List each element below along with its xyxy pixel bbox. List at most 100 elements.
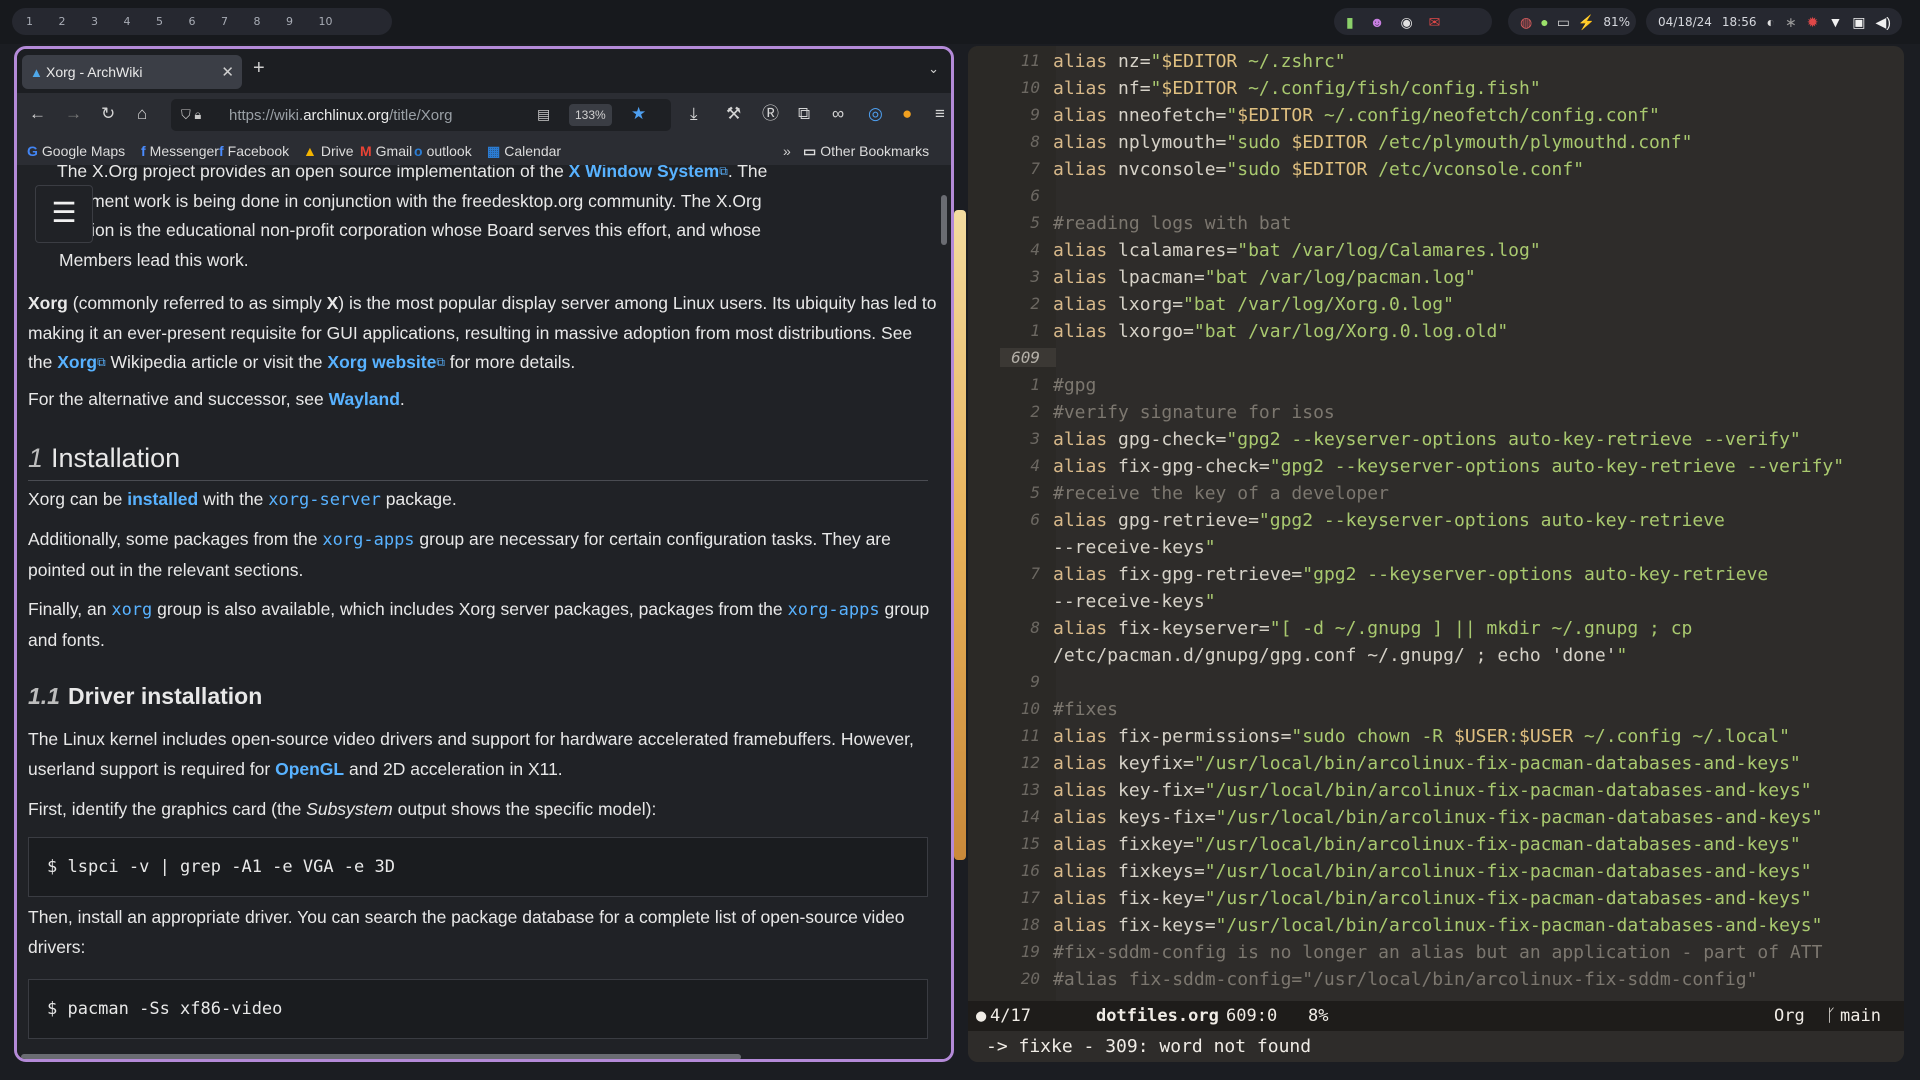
bookmark-drive[interactable]: ▲ Drive <box>303 143 354 159</box>
zoom-level[interactable]: 133% <box>569 104 612 126</box>
code-line[interactable]: alias gpg-retrieve="gpg2 --keyserver-opt… <box>1053 510 1725 531</box>
xorg-server-link[interactable]: xorg-server <box>268 490 381 510</box>
code-line[interactable]: alias fix-keyserver="[ -d ~/.gnupg ] || … <box>1053 618 1692 639</box>
night-light-icon[interactable]: ◐ <box>1767 15 1775 29</box>
workspace-8[interactable]: 8 <box>254 15 287 28</box>
network-icon[interactable]: ● <box>1540 15 1548 29</box>
github-icon[interactable]: ◉ <box>1400 15 1412 29</box>
xorg-apps-link[interactable]: xorg-apps <box>322 530 414 550</box>
list-tabs-icon[interactable]: ⌄ <box>928 61 939 77</box>
workspace-5[interactable]: 5 <box>156 15 189 28</box>
lspci-code-block[interactable]: $ lspci -v | grep -A1 -e VGA -e 3D <box>28 837 928 897</box>
workspace-4[interactable]: 4 <box>124 15 157 28</box>
bookmark-gmail[interactable]: M Gmail <box>360 143 412 159</box>
code-line[interactable]: #reading logs with bat <box>1053 213 1291 234</box>
more-bookmarks-icon[interactable]: » <box>783 143 791 159</box>
close-tab-icon[interactable]: ✕ <box>221 63 234 81</box>
code-line[interactable]: alias lxorg="bat /var/log/Xorg.0.log" <box>1053 294 1454 315</box>
code-line[interactable]: alias key-fix="/usr/local/bin/arcolinux-… <box>1053 780 1812 801</box>
code-line[interactable]: alias fix-keys="/usr/local/bin/arcolinux… <box>1053 915 1822 936</box>
url-bar[interactable]: ⛉ 🔒︎ https://wiki.archlinux.org/title/Xo… <box>171 99 671 131</box>
code-line[interactable]: --receive-keys" <box>1053 537 1216 558</box>
code-line[interactable]: alias fix-gpg-check="gpg2 --keyserver-op… <box>1053 456 1844 477</box>
horizontal-scrollbar[interactable] <box>21 1054 741 1059</box>
new-tab-button[interactable]: + <box>253 57 265 80</box>
extensions-icon[interactable]: ⧉ <box>798 105 810 123</box>
forward-icon[interactable]: → <box>65 105 82 123</box>
code-line[interactable]: alias gpg-check="gpg2 --keyserver-option… <box>1053 429 1801 450</box>
x-window-system-link[interactable]: X Window System <box>569 165 720 181</box>
xorg-wikipedia-link[interactable]: Xorg <box>57 352 97 372</box>
code-line[interactable]: alias fix-permissions="sudo chown -R $US… <box>1053 726 1790 747</box>
other-bookmarks[interactable]: ▭ Other Bookmarks <box>803 143 929 160</box>
bookmark-star-icon[interactable]: ★ <box>631 104 646 124</box>
tab-xorg[interactable]: ▲ Xorg - ArchWiki ✕ <box>22 55 242 89</box>
record-icon[interactable]: ◍ <box>1520 15 1532 29</box>
tools-icon[interactable]: ⚒ <box>726 105 741 123</box>
code-line[interactable]: alias keys-fix="/usr/local/bin/arcolinux… <box>1053 807 1822 828</box>
bluetooth-icon[interactable]: ∗ <box>1785 15 1797 29</box>
code-line[interactable]: alias lpacman="bat /var/log/pacman.log" <box>1053 267 1476 288</box>
code-line[interactable]: alias nz="$EDITOR ~/.zshrc" <box>1053 51 1346 72</box>
code-line[interactable]: alias fixkey="/usr/local/bin/arcolinux-f… <box>1053 834 1801 855</box>
blocker-icon[interactable]: ◎ <box>868 105 883 123</box>
installed-link[interactable]: installed <box>127 489 198 509</box>
code-line[interactable]: #verify signature for isos <box>1053 402 1335 423</box>
xorg-website-link[interactable]: Xorg website <box>327 352 436 372</box>
code-line[interactable]: alias nf="$EDITOR ~/.config/fish/config.… <box>1053 78 1541 99</box>
discord-icon[interactable]: ☻ <box>1370 15 1385 29</box>
pacman-code-block[interactable]: $ pacman -Ss xf86-video <box>28 979 928 1039</box>
code-line[interactable]: alias nplymouth="sudo $EDITOR /etc/plymo… <box>1053 132 1692 153</box>
display-icon[interactable]: ▣ <box>1852 15 1865 29</box>
code-line[interactable]: alias lcalamares="bat /var/log/Calamares… <box>1053 240 1541 261</box>
code-line[interactable]: alias fixkeys="/usr/local/bin/arcolinux-… <box>1053 861 1812 882</box>
workspace-6[interactable]: 6 <box>189 15 222 28</box>
xorg-apps-group-link[interactable]: xorg-apps <box>787 600 879 620</box>
addon-icon[interactable]: ● <box>902 105 912 123</box>
private-mask-icon[interactable]: ∞ <box>832 105 844 123</box>
bookmark-outlook[interactable]: o outlook <box>414 143 472 159</box>
workspace-10[interactable]: 10 <box>319 15 352 28</box>
table-of-contents-button[interactable]: ☰ <box>35 185 93 243</box>
code-line[interactable]: /etc/pacman.d/gnupg/gpg.conf ~/.gnupg/ ;… <box>1053 645 1627 666</box>
code-line[interactable]: #fixes <box>1053 699 1118 720</box>
code-line[interactable]: alias lxorgo="bat /var/log/Xorg.0.log.ol… <box>1053 321 1508 342</box>
update-icon[interactable]: ▮ <box>1346 15 1354 29</box>
back-icon[interactable]: ← <box>29 105 46 123</box>
workspace-9[interactable]: 9 <box>286 15 319 28</box>
reload-icon[interactable]: ↻ <box>101 105 115 123</box>
vertical-scrollbar[interactable] <box>941 195 947 245</box>
code-line[interactable]: --receive-keys" <box>1053 591 1216 612</box>
code-line[interactable]: alias nvconsole="sudo $EDITOR /etc/vcons… <box>1053 159 1584 180</box>
extension-r-icon[interactable]: Ⓡ <box>762 105 779 123</box>
home-icon[interactable]: ⌂ <box>137 105 147 123</box>
code-line[interactable]: alias nneofetch="$EDITOR ~/.config/neofe… <box>1053 105 1660 126</box>
bookmark-facebook[interactable]: f Facebook <box>219 143 289 159</box>
shield-lock-icon[interactable]: ⛉ 🔒︎ <box>181 107 201 123</box>
reader-view-icon[interactable]: ▤ <box>537 106 550 123</box>
menu-icon[interactable]: ≡ <box>935 105 945 123</box>
code-line[interactable]: #receive the key of a developer <box>1053 483 1389 504</box>
drive-icon[interactable]: ▭ <box>1557 15 1570 29</box>
volume-icon[interactable]: ◀) <box>1876 15 1891 29</box>
download-icon[interactable]: ⤓ <box>690 105 698 123</box>
workspace-1[interactable]: 1 <box>26 15 59 28</box>
bookmark-messenger[interactable]: f Messenger <box>141 143 219 159</box>
settings-icon[interactable]: ✹ <box>1807 15 1819 29</box>
workspace-2[interactable]: 2 <box>59 15 92 28</box>
opengl-link[interactable]: OpenGL <box>275 759 344 779</box>
mail-icon[interactable]: ✉ <box>1429 15 1441 29</box>
code-line[interactable]: alias keyfix="/usr/local/bin/arcolinux-f… <box>1053 753 1801 774</box>
code-line[interactable]: alias fix-key="/usr/local/bin/arcolinux-… <box>1053 888 1812 909</box>
workspace-7[interactable]: 7 <box>221 15 254 28</box>
code-line[interactable]: #fix-sddm-config is no longer an alias b… <box>1053 942 1822 963</box>
workspace-3[interactable]: 3 <box>91 15 124 28</box>
wayland-link[interactable]: Wayland <box>329 389 400 409</box>
minibuffer[interactable]: -> fixke - 309: word not found <box>968 1031 1904 1062</box>
url-text[interactable]: https://wiki.archlinux.org/title/Xorg <box>229 107 452 124</box>
wifi-icon[interactable]: ▼ <box>1828 15 1842 29</box>
code-line[interactable]: #gpg <box>1053 375 1096 396</box>
code-line[interactable]: #alias fix-sddm-config="/usr/local/bin/a… <box>1053 969 1757 990</box>
bookmark-calendar[interactable]: ▦ Calendar <box>487 143 561 160</box>
bookmark-google-maps[interactable]: G Google Maps <box>27 143 125 159</box>
